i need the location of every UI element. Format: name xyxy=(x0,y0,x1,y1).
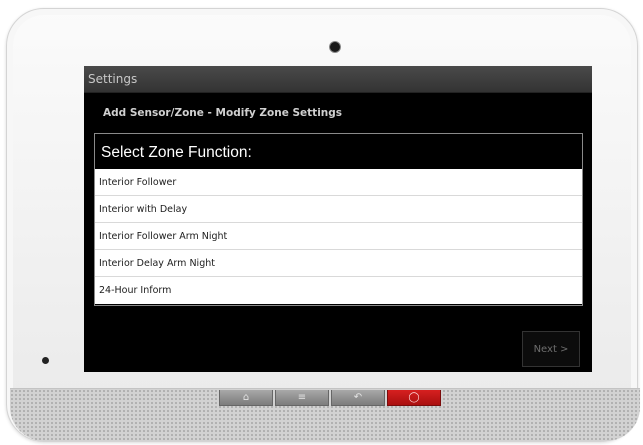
option-list: Interior Follower Interior with Delay In… xyxy=(95,169,582,304)
zone-function-dialog: Select Zone Function: Interior Follower … xyxy=(94,133,583,306)
option-interior-delay-arm-night[interactable]: Interior Delay Arm Night xyxy=(95,250,582,277)
app-title-bar: Settings xyxy=(84,66,592,93)
camera-icon xyxy=(330,42,340,52)
menu-icon[interactable]: ≡ xyxy=(275,390,329,406)
app-title: Settings xyxy=(88,72,138,86)
tablet-device: Settings Add Sensor/Zone - Modify Zone S… xyxy=(6,8,638,442)
home-icon[interactable]: ⌂ xyxy=(219,390,273,406)
option-24-hour-inform[interactable]: 24-Hour Inform xyxy=(95,277,582,304)
screen: Settings Add Sensor/Zone - Modify Zone S… xyxy=(84,66,592,372)
status-led xyxy=(42,357,49,364)
page-heading: Add Sensor/Zone - Modify Zone Settings xyxy=(103,107,343,119)
next-button[interactable]: Next > xyxy=(522,331,580,367)
option-interior-follower-arm-night[interactable]: Interior Follower Arm Night xyxy=(95,223,582,250)
dialog-title: Select Zone Function: xyxy=(101,144,252,161)
panic-icon[interactable]: ◯ xyxy=(387,390,441,406)
option-interior-with-delay[interactable]: Interior with Delay xyxy=(95,196,582,223)
hardware-button-bar: ⌂ ≡ ↶ ◯ xyxy=(219,390,443,406)
back-icon[interactable]: ↶ xyxy=(331,390,385,406)
option-interior-follower[interactable]: Interior Follower xyxy=(95,169,582,196)
